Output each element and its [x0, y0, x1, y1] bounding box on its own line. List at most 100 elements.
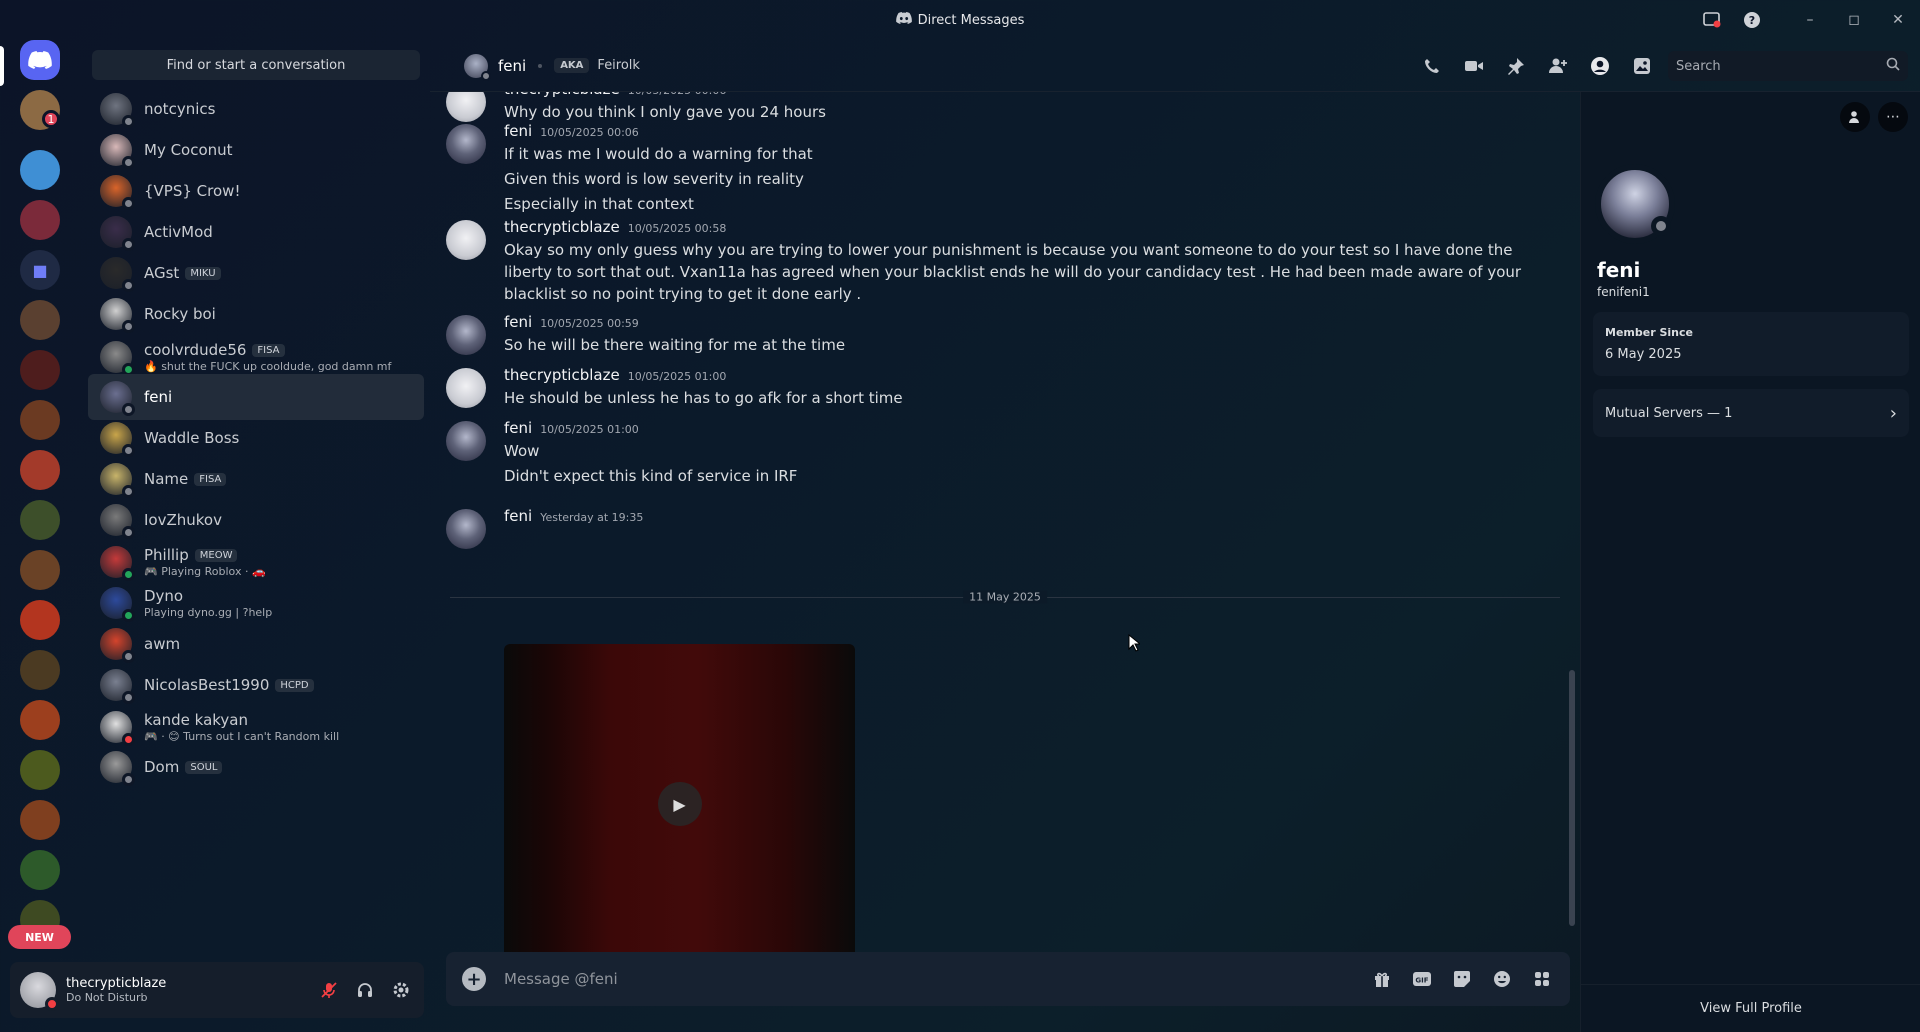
dm-item[interactable]: Waddle Boss [88, 415, 424, 461]
inbox-icon[interactable] [1692, 0, 1732, 40]
deafen-button[interactable] [348, 973, 382, 1007]
mute-microphone-button[interactable] [312, 973, 346, 1007]
dm-item[interactable]: Dom SOUL [88, 744, 424, 790]
server-icon[interactable] [20, 850, 60, 890]
user-profile-toggle-icon[interactable] [1582, 48, 1618, 84]
user-info[interactable]: thecrypticblaze Do Not Disturb [66, 976, 166, 1004]
apps-icon[interactable] [1526, 963, 1558, 995]
message-avatar[interactable] [446, 315, 486, 355]
new-unreads-pill[interactable]: NEW [8, 925, 71, 949]
dm-item[interactable]: IovZhukov [88, 497, 424, 543]
emoji-icon[interactable] [1486, 963, 1518, 995]
message-avatar[interactable] [446, 220, 486, 260]
add-friends-to-dm-icon[interactable] [1540, 48, 1576, 84]
gift-icon[interactable] [1366, 963, 1398, 995]
dm-item[interactable]: My Coconut [88, 127, 424, 173]
dm-item[interactable]: Dyno Playing dyno.gg | ?help [88, 580, 424, 626]
message[interactable]: feni 10/05/2025 01:00 Wow Didn't expect thi… [446, 419, 1576, 487]
find-conversation-button[interactable]: Find or start a conversation [92, 50, 420, 80]
server-icon[interactable] [20, 800, 60, 840]
video-call-icon[interactable] [1456, 48, 1492, 84]
attach-plus-icon[interactable]: + [462, 967, 486, 991]
dm-avatar [100, 504, 135, 539]
header-avatar[interactable] [464, 53, 491, 81]
dm-item[interactable]: AGst MIKU [88, 250, 424, 296]
close-button[interactable]: ✕ [1876, 0, 1920, 40]
message[interactable]: thecrypticblaze 10/05/2025 00:58 Okay so m… [446, 218, 1576, 305]
dnd-status-icon [45, 997, 59, 1011]
dm-sidebar: Find or start a conversation notcynics My… [80, 40, 430, 960]
play-icon[interactable]: ▶ [657, 782, 702, 826]
server-icon[interactable] [20, 700, 60, 740]
message-timestamp: 10/05/2025 00:58 [627, 222, 727, 235]
more-options-icon[interactable]: ⋯ [1878, 102, 1908, 132]
message-avatar[interactable] [446, 124, 486, 164]
message-avatar[interactable] [446, 368, 486, 408]
minimize-button[interactable]: – [1788, 0, 1832, 40]
dm-name: Dom [144, 758, 180, 776]
message-input[interactable]: Message @feni [504, 970, 618, 988]
maximize-button[interactable]: ◻ [1832, 0, 1876, 40]
server-icon[interactable] [20, 300, 60, 340]
voice-call-icon[interactable] [1414, 48, 1450, 84]
user-panel: thecrypticblaze Do Not Disturb [10, 962, 424, 1018]
video-attachment[interactable]: ▶ [504, 644, 855, 952]
dm-item[interactable]: Phillip MEOW 🎮 Playing Roblox · 🚗 [88, 539, 424, 585]
profile-avatar[interactable] [1595, 164, 1675, 244]
message-author[interactable]: thecrypticblaze [504, 218, 620, 236]
dm-avatar [100, 751, 135, 786]
message[interactable]: feni 10/05/2025 00:59 So he will be there … [446, 313, 1576, 356]
dm-avatar [100, 216, 135, 251]
message[interactable]: thecrypticblaze 10/05/2025 01:00 He should… [446, 366, 1576, 409]
dm-avatar [100, 546, 135, 581]
dm-item[interactable]: Name FISA [88, 456, 424, 502]
dm-item[interactable]: notcynics [88, 92, 424, 132]
dm-item[interactable]: {VPS} Crow! [88, 168, 424, 214]
message[interactable]: thecrypticblaze 10/05/2025 00:06 Why do yo… [446, 92, 1576, 123]
message-author[interactable]: thecrypticblaze [504, 366, 620, 384]
gif-icon[interactable]: GIF [1406, 963, 1438, 995]
dm-item[interactable]: feni [88, 374, 424, 420]
message-avatar[interactable] [446, 421, 486, 461]
dm-item[interactable]: NicolasBest1990 HCPD [88, 662, 424, 708]
user-settings-gear-icon[interactable] [384, 973, 418, 1007]
message-avatar[interactable] [446, 509, 486, 549]
sticker-icon[interactable] [1446, 963, 1478, 995]
folder-icon[interactable]: ■ [20, 250, 60, 290]
server-icon[interactable] [20, 450, 60, 490]
server-icon[interactable] [20, 350, 60, 390]
message-author[interactable]: feni [504, 122, 532, 140]
server-icon[interactable] [20, 150, 60, 190]
server-icon[interactable] [20, 500, 60, 540]
direct-messages-home-button[interactable] [20, 40, 60, 80]
server-icon[interactable] [20, 750, 60, 790]
server-icon[interactable] [20, 200, 60, 240]
mutual-servers-button[interactable]: Mutual Servers — 1 › [1593, 389, 1909, 437]
channel-name[interactable]: feni [498, 57, 526, 75]
media-gallery-icon[interactable] [1624, 48, 1660, 84]
window-controls: ? – ◻ ✕ [1692, 0, 1920, 40]
dm-item[interactable]: Rocky boi [88, 291, 424, 337]
pinned-messages-icon[interactable] [1498, 48, 1534, 84]
server-icon[interactable] [20, 550, 60, 590]
search-input[interactable]: Search [1668, 51, 1908, 81]
dm-item[interactable]: ActivMod [88, 209, 424, 255]
server-icon[interactable] [20, 600, 60, 640]
dm-item[interactable]: awm [88, 621, 424, 667]
message-author[interactable]: thecrypticblaze [504, 92, 620, 98]
server-icon[interactable] [20, 650, 60, 690]
add-friend-icon[interactable] [1840, 102, 1870, 132]
mutual-servers-label: Mutual Servers — 1 [1605, 405, 1733, 421]
message-avatar[interactable] [446, 92, 486, 122]
message-author[interactable]: feni [504, 507, 532, 525]
server-icon[interactable] [20, 400, 60, 440]
message-text: If it was me I would do a warning for th… [504, 145, 813, 163]
view-full-profile-button[interactable]: View Full Profile [1581, 984, 1920, 1032]
message-author[interactable]: feni [504, 419, 532, 437]
message[interactable]: feni 10/05/2025 00:06 If it was me I would… [446, 122, 1576, 215]
message[interactable]: feni Yesterday at 19:35 [446, 507, 1576, 549]
message-author[interactable]: feni [504, 313, 532, 331]
message-scrollbar[interactable] [1569, 670, 1575, 926]
help-icon[interactable]: ? [1732, 0, 1772, 40]
user-avatar[interactable] [20, 972, 59, 1011]
